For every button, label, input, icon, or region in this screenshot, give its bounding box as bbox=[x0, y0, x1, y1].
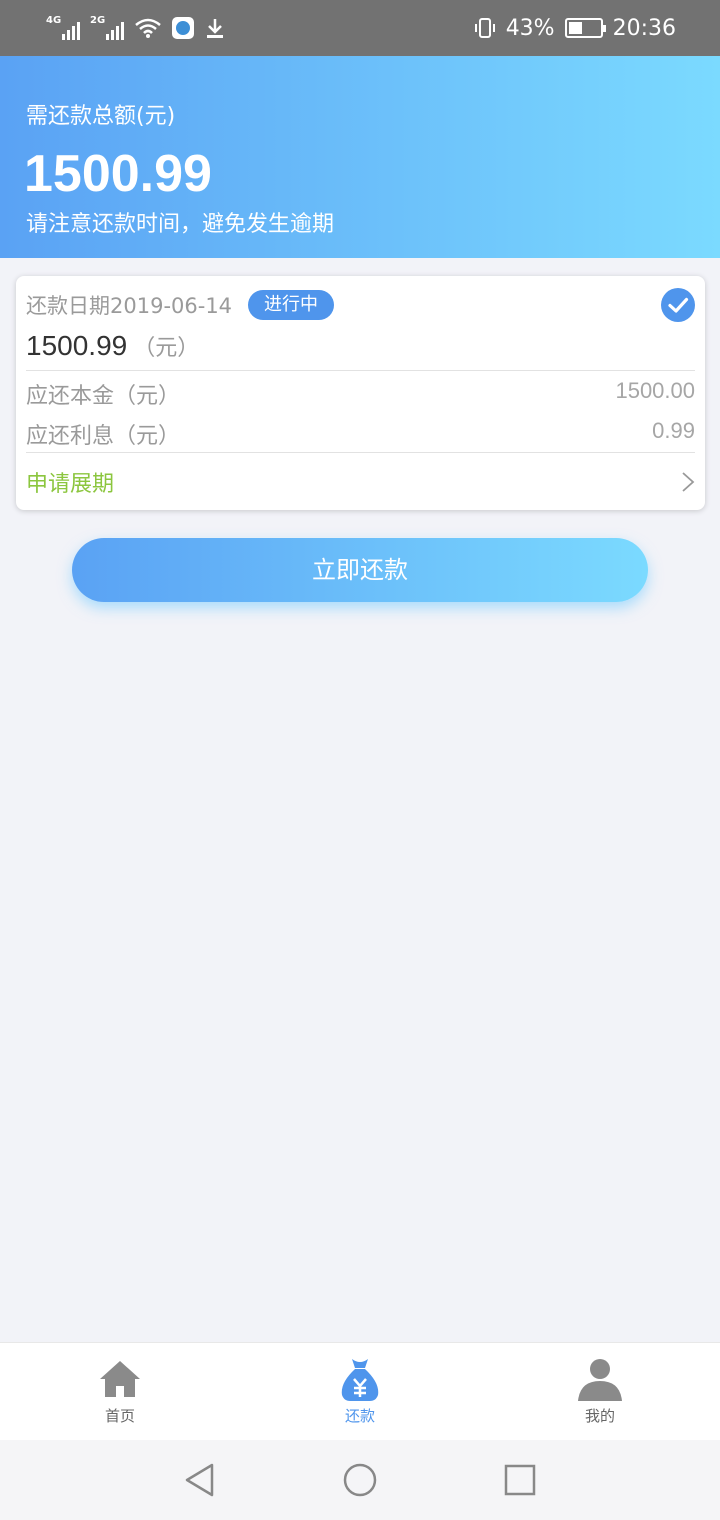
clock: 20:36 bbox=[612, 15, 676, 41]
bottom-tab-bar: 首页 还款 我的 bbox=[0, 1342, 720, 1440]
wifi-icon bbox=[135, 18, 161, 38]
battery-percent: 43% bbox=[505, 15, 555, 41]
system-nav-bar bbox=[0, 1440, 720, 1520]
principal-label: 应还本金（元） bbox=[26, 384, 181, 409]
card-amount-unit: （元） bbox=[133, 336, 200, 361]
interest-label: 应还利息（元） bbox=[26, 424, 181, 449]
divider bbox=[26, 370, 695, 371]
status-bar: 4G 2G 43% 20:36 bbox=[0, 0, 720, 56]
app-notification-icon bbox=[172, 17, 194, 39]
network-type-2: 2G bbox=[90, 15, 106, 26]
download-icon bbox=[207, 19, 223, 38]
card-amount: 1500.99 bbox=[26, 330, 128, 361]
tab-mine[interactable]: 我的 bbox=[550, 1355, 650, 1426]
user-icon bbox=[578, 1359, 622, 1401]
card-amount-line: 1500.99 （元） bbox=[26, 330, 199, 362]
due-reminder-text: 请注意还款时间，避免发生逾期 bbox=[26, 212, 335, 237]
repayment-date: 还款日期2019-06-14 bbox=[26, 294, 233, 318]
pay-now-button[interactable]: 立即还款 bbox=[72, 538, 648, 602]
repayment-header: 需还款总额(元) 1500.99 请注意还款时间，避免发生逾期 bbox=[0, 56, 720, 258]
interest-value: 0.99 bbox=[652, 418, 695, 443]
principal-value: 1500.00 bbox=[615, 378, 695, 403]
signal-icon: 2G bbox=[90, 16, 124, 40]
apply-extension-link[interactable]: 申请展期 bbox=[26, 466, 695, 498]
total-due-label: 需还款总额(元) bbox=[26, 104, 176, 129]
home-circle-icon[interactable] bbox=[342, 1462, 378, 1498]
status-left-group: 4G 2G bbox=[46, 16, 226, 40]
vibrate-icon bbox=[474, 18, 495, 38]
network-type-1: 4G bbox=[46, 15, 62, 26]
status-badge: 进行中 bbox=[248, 290, 335, 320]
signal-icon: 4G bbox=[46, 16, 80, 40]
tab-label-home: 首页 bbox=[104, 1407, 135, 1425]
apply-extension-label: 申请展期 bbox=[26, 472, 115, 497]
check-circle-icon[interactable] bbox=[661, 288, 695, 322]
money-bag-icon bbox=[341, 1359, 379, 1401]
back-icon[interactable] bbox=[182, 1462, 218, 1498]
recents-icon[interactable] bbox=[502, 1462, 538, 1498]
home-icon bbox=[100, 1361, 140, 1397]
total-due-amount: 1500.99 bbox=[24, 145, 212, 203]
tab-repay[interactable]: 还款 bbox=[310, 1355, 410, 1426]
status-right-group: 43% 20:36 bbox=[474, 16, 676, 41]
tab-label-mine: 我的 bbox=[584, 1407, 615, 1425]
tab-label-repay: 还款 bbox=[344, 1407, 375, 1425]
repayment-card[interactable]: 还款日期2019-06-14 进行中 1500.99 （元） 应还本金（元） 1… bbox=[16, 276, 705, 510]
divider bbox=[26, 452, 695, 453]
battery-icon bbox=[564, 18, 606, 38]
card-top-row: 还款日期2019-06-14 进行中 bbox=[26, 290, 335, 320]
chevron-right-icon bbox=[682, 472, 695, 492]
principal-row: 应还本金（元） 1500.00 bbox=[26, 378, 695, 410]
interest-row: 应还利息（元） 0.99 bbox=[26, 418, 695, 450]
battery-level-fill bbox=[568, 22, 582, 34]
tab-home[interactable]: 首页 bbox=[70, 1355, 170, 1426]
